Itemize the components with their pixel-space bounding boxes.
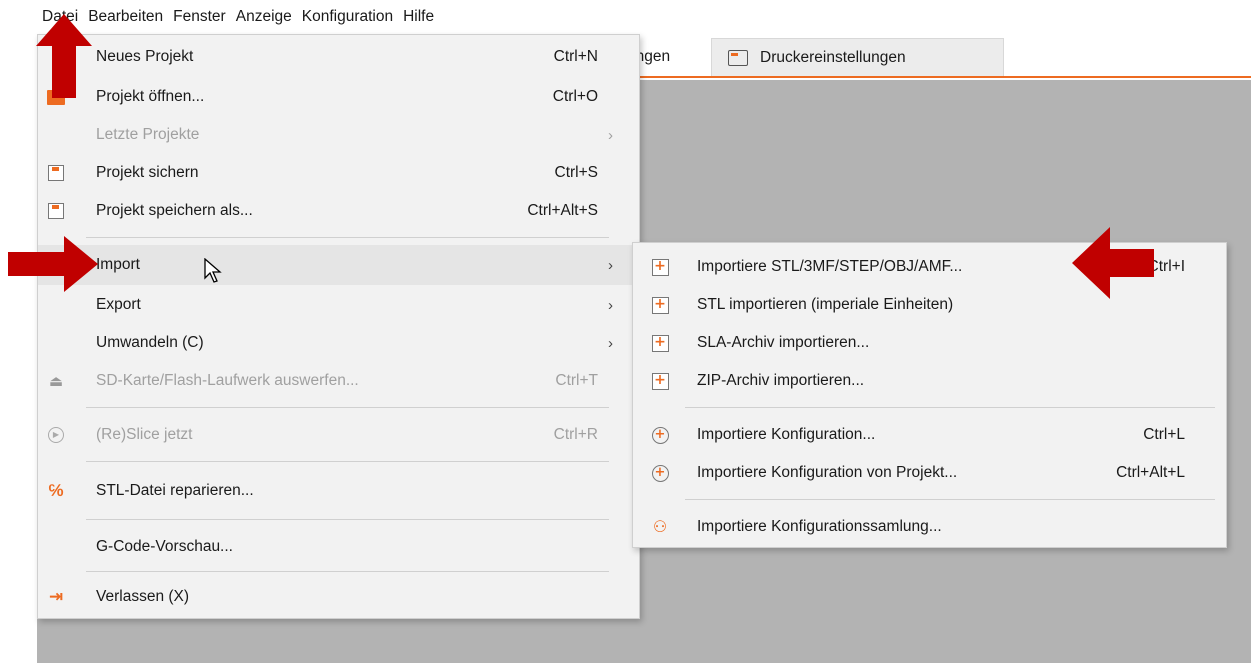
menu-item-recent-projects[interactable]: Letzte Projekte ›	[38, 115, 639, 155]
tab-printer-label: Druckereinstellungen	[760, 48, 906, 66]
menu-item-label: SLA-Archiv importieren...	[697, 334, 870, 351]
menu-item-export[interactable]: Export ›	[38, 285, 639, 325]
import-plus-icon: +	[651, 334, 669, 352]
submenu-item-import-zip[interactable]: + ZIP-Archiv importieren...	[633, 361, 1226, 401]
menu-item-label: ZIP-Archiv importieren...	[697, 372, 865, 389]
menu-separator	[86, 461, 609, 462]
menu-item-open-project[interactable]: Projekt öffnen... Ctrl+O	[38, 77, 639, 117]
menu-item-shortcut: Ctrl+T	[555, 372, 598, 389]
eject-icon: ⏏	[48, 373, 64, 390]
menu-item-label: Importiere Konfigurationssamlung...	[697, 518, 942, 535]
menu-anzeige[interactable]: Anzeige	[231, 0, 297, 34]
save-as-icon	[47, 202, 65, 220]
menu-item-label: G-Code-Vorschau...	[96, 538, 233, 555]
chevron-right-icon: ›	[608, 126, 613, 144]
chevron-right-icon: ›	[608, 334, 613, 352]
menu-item-gcode-preview[interactable]: G-Code-Vorschau...	[38, 527, 639, 567]
exit-icon: ⇥	[48, 587, 64, 606]
menu-item-shortcut: Ctrl+L	[1143, 426, 1185, 443]
menu-item-label: Verlassen (X)	[96, 588, 190, 605]
menu-hilfe[interactable]: Hilfe	[398, 0, 439, 34]
menubar: Datei Bearbeiten Fenster Anzeige Konfigu…	[0, 0, 1251, 34]
submenu-item-import-config-bundle[interactable]: ⚇ Importiere Konfigurationssamlung...	[633, 507, 1226, 547]
config-import-icon: +	[651, 426, 669, 444]
menu-item-label: Projekt öffnen...	[96, 88, 205, 105]
menu-separator	[86, 237, 609, 238]
menu-item-label: Umwandeln (C)	[96, 334, 204, 351]
chevron-right-icon: ›	[608, 296, 613, 314]
menu-separator	[86, 407, 609, 408]
mouse-cursor-icon	[204, 258, 222, 283]
import-plus-icon: +	[651, 258, 669, 276]
import-plus-icon: +	[651, 296, 669, 314]
menu-item-shortcut: Ctrl+O	[552, 88, 598, 105]
save-icon	[47, 164, 65, 182]
menu-item-exit[interactable]: ⇥ Verlassen (X)	[38, 577, 639, 617]
menu-item-shortcut: Ctrl+Alt+S	[527, 202, 598, 219]
menu-item-label: (Re)Slice jetzt	[96, 426, 193, 443]
menu-item-save-project[interactable]: Projekt sichern Ctrl+S	[38, 153, 639, 193]
annotation-arrow-up-icon	[36, 14, 92, 98]
import-plus-icon: +	[651, 372, 669, 390]
menu-item-eject-sd[interactable]: ⏏ SD-Karte/Flash-Laufwerk auswerfen... C…	[38, 361, 639, 401]
chevron-right-icon: ›	[608, 256, 613, 274]
menu-item-label: Importiere STL/3MF/STEP/OBJ/AMF...	[697, 258, 963, 275]
menu-item-convert[interactable]: Umwandeln (C) ›	[38, 323, 639, 363]
menu-item-import[interactable]: Import ›	[38, 245, 639, 285]
menu-item-label: STL-Datei reparieren...	[96, 482, 254, 499]
play-icon: ▶	[47, 426, 65, 444]
menu-konfiguration[interactable]: Konfiguration	[297, 0, 398, 34]
menu-separator	[685, 407, 1215, 408]
file-menu: Neues Projekt Ctrl+N Projekt öffnen... C…	[37, 34, 640, 619]
annotation-arrow-right-icon	[8, 236, 98, 292]
menu-separator	[86, 571, 609, 572]
submenu-item-import-config-from-project[interactable]: + Importiere Konfiguration von Projekt..…	[633, 453, 1226, 493]
submenu-item-import-sla[interactable]: + SLA-Archiv importieren...	[633, 323, 1226, 363]
menu-item-repair-stl[interactable]: ℅ STL-Datei reparieren...	[38, 471, 639, 511]
menu-item-shortcut: Ctrl+S	[554, 164, 599, 181]
repair-icon: ℅	[48, 481, 64, 500]
menu-item-label: Importiere Konfiguration...	[697, 426, 876, 443]
printer-settings-icon	[728, 49, 748, 66]
menu-item-label: Import	[96, 256, 140, 273]
menu-separator	[685, 499, 1215, 500]
menu-item-label: Neues Projekt	[96, 48, 194, 65]
submenu-item-import-config[interactable]: + Importiere Konfiguration... Ctrl+L	[633, 415, 1226, 455]
menu-item-shortcut: Ctrl+N	[553, 48, 598, 65]
menu-item-reslice[interactable]: ▶ (Re)Slice jetzt Ctrl+R	[38, 415, 639, 455]
menu-bearbeiten[interactable]: Bearbeiten	[83, 0, 168, 34]
menu-item-label: Importiere Konfiguration von Projekt...	[697, 464, 958, 481]
annotation-arrow-left-icon	[1072, 227, 1154, 299]
menu-item-shortcut: Ctrl+R	[553, 426, 598, 443]
menu-item-shortcut: Ctrl+Alt+L	[1116, 464, 1185, 481]
menu-item-label: STL importieren (imperiale Einheiten)	[697, 296, 954, 313]
menu-fenster[interactable]: Fenster	[168, 0, 231, 34]
menu-item-label: Letzte Projekte	[96, 126, 200, 143]
config-import-icon: +	[651, 464, 669, 482]
config-bundle-icon: ⚇	[652, 519, 668, 536]
menu-item-new-project[interactable]: Neues Projekt Ctrl+N	[38, 37, 639, 77]
menu-item-label: Export	[96, 296, 141, 313]
menu-item-label: Projekt speichern als...	[96, 202, 253, 219]
menu-item-label: SD-Karte/Flash-Laufwerk auswerfen...	[96, 372, 359, 389]
tab-printer-settings[interactable]: Druckereinstellungen	[711, 38, 1004, 76]
menu-item-save-project-as[interactable]: Projekt speichern als... Ctrl+Alt+S	[38, 191, 639, 231]
menu-separator	[86, 519, 609, 520]
left-strip	[0, 34, 37, 663]
menu-item-label: Projekt sichern	[96, 164, 199, 181]
